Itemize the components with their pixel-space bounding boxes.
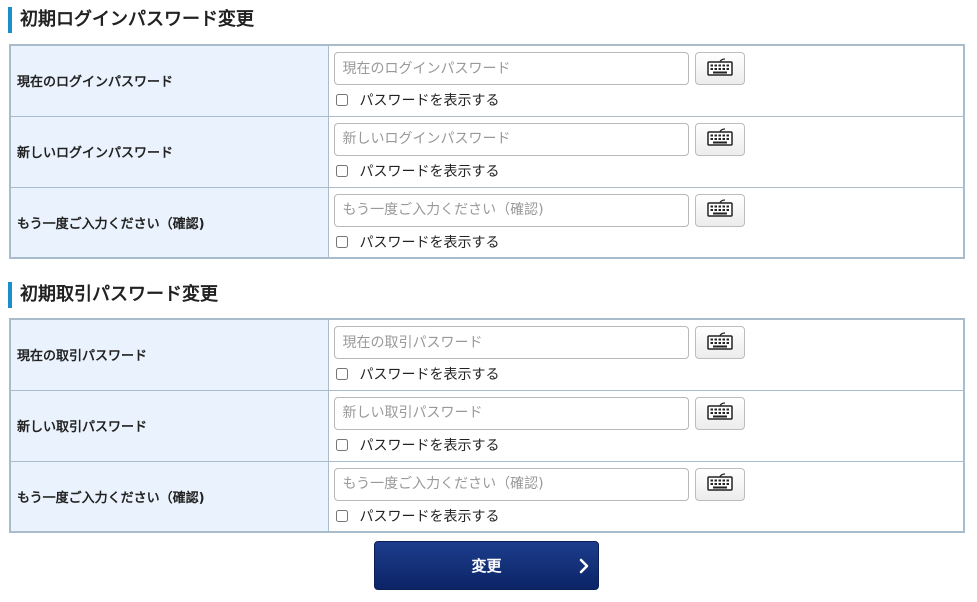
show-password-label: パスワードを表示する: [359, 234, 500, 251]
keyboard-button[interactable]: [694, 52, 745, 85]
show-password-checkbox[interactable]: [335, 509, 348, 522]
show-password-checkbox[interactable]: [335, 368, 348, 380]
show-password-label: パスワードを表示する: [359, 93, 500, 109]
confirm-login-password-input[interactable]: [333, 193, 689, 227]
new-trade-password-input[interactable]: [333, 396, 689, 430]
show-password-label: パスワードを表示する: [359, 437, 500, 454]
trade-password-table: 現在の取引パスワード パスワードを表示する 新しい取引パスワード パスワードを表…: [9, 318, 965, 533]
show-password-label: パスワードを表示する: [359, 508, 500, 525]
table-row: 現在のログインパスワード パスワードを表示する: [9, 44, 965, 117]
table-row: もう一度ご入力ください（確認) パスワードを表示する: [9, 460, 965, 533]
show-password-toggle[interactable]: パスワードを表示する: [335, 507, 500, 525]
new-login-password-label: 新しいログインパスワード: [9, 115, 329, 188]
show-password-checkbox[interactable]: [335, 438, 348, 451]
show-password-label: パスワードを表示する: [359, 163, 500, 180]
trade-section-title: 初期取引パスワード変更: [8, 282, 218, 308]
keyboard-icon: [706, 199, 733, 221]
show-password-checkbox[interactable]: [335, 164, 348, 177]
table-row: もう一度ご入力ください（確認) パスワードを表示する: [9, 186, 965, 259]
show-password-toggle[interactable]: パスワードを表示する: [335, 233, 500, 251]
show-password-toggle[interactable]: パスワードを表示する: [335, 162, 500, 180]
show-password-checkbox[interactable]: [335, 235, 348, 248]
current-trade-password-input[interactable]: [333, 326, 689, 359]
show-password-toggle[interactable]: パスワードを表示する: [335, 436, 500, 454]
table-row: 新しい取引パスワード パスワードを表示する: [9, 389, 965, 462]
current-login-password-input[interactable]: [333, 52, 689, 85]
keyboard-button[interactable]: [694, 122, 745, 156]
current-trade-password-label: 現在の取引パスワード: [9, 318, 329, 391]
confirm-trade-password-label: もう一度ご入力ください（確認): [9, 460, 329, 533]
new-login-password-input[interactable]: [333, 122, 689, 156]
keyboard-icon: [706, 402, 733, 424]
submit-label: 変更: [471, 557, 502, 575]
keyboard-icon: [706, 128, 733, 150]
show-password-toggle[interactable]: パスワードを表示する: [335, 91, 500, 109]
show-password-toggle[interactable]: パスワードを表示する: [335, 365, 500, 383]
login-section-title: 初期ログインパスワード変更: [8, 7, 254, 33]
keyboard-button[interactable]: [694, 467, 745, 501]
new-trade-password-label: 新しい取引パスワード: [9, 389, 329, 462]
keyboard-icon: [706, 331, 733, 354]
confirm-trade-password-input[interactable]: [333, 467, 689, 501]
keyboard-button[interactable]: [694, 193, 745, 227]
show-password-label: パスワードを表示する: [359, 367, 500, 383]
chevron-right-icon: [578, 558, 590, 578]
keyboard-button[interactable]: [694, 396, 745, 430]
change-submit-button[interactable]: 変更: [374, 541, 599, 590]
table-row: 現在の取引パスワード パスワードを表示する: [9, 318, 965, 391]
confirm-login-password-label: もう一度ご入力ください（確認): [9, 186, 329, 259]
show-password-checkbox[interactable]: [335, 94, 348, 106]
keyboard-icon: [706, 473, 733, 495]
keyboard-button[interactable]: [694, 326, 745, 359]
login-password-table: 現在のログインパスワード パスワードを表示する 新しいログインパスワード パスワ…: [9, 44, 965, 259]
current-login-password-label: 現在のログインパスワード: [9, 44, 329, 117]
table-row: 新しいログインパスワード パスワードを表示する: [9, 115, 965, 188]
keyboard-icon: [706, 57, 733, 80]
